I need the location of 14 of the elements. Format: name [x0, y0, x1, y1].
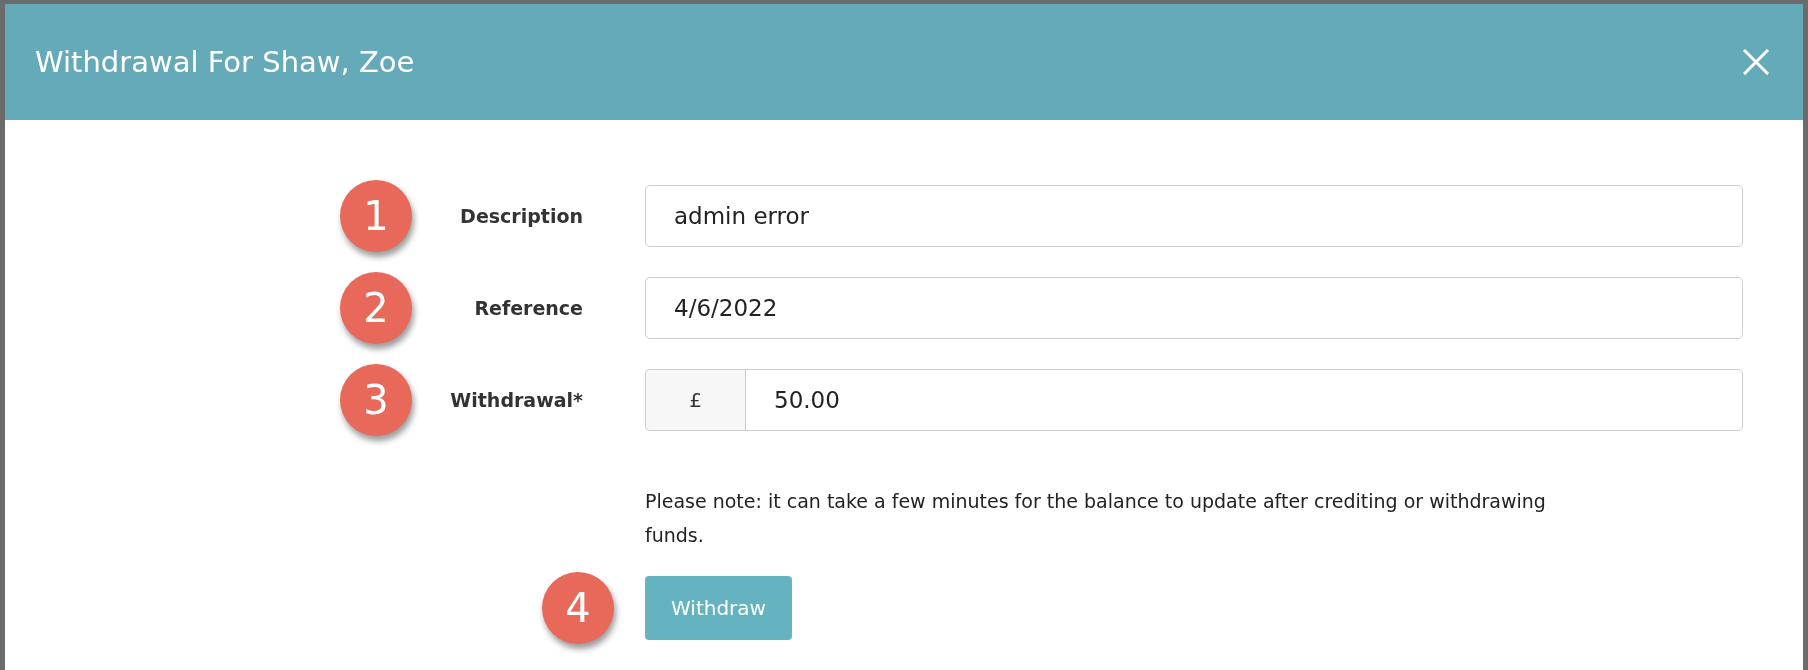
- step-number-badge: 3: [340, 364, 412, 436]
- field-label: Reference: [473, 297, 583, 319]
- step-number-badge: 4: [542, 572, 614, 644]
- step-number-badge: 1: [340, 180, 412, 252]
- currency-prefix: £: [645, 369, 745, 431]
- input-field[interactable]: 50.00: [745, 369, 1743, 431]
- field-label: Description: [459, 205, 583, 227]
- help-text: Please note: it can take a few minutes for the balance to update after crediting or withdrawing funds.: [645, 489, 1547, 548]
- close-icon: [1743, 49, 1769, 75]
- field-label: Withdrawal*: [449, 389, 583, 411]
- dialog-title: Withdrawal For Shaw, Zoe: [35, 45, 415, 79]
- input-field[interactable]: 4/6/2022: [645, 277, 1743, 339]
- input-field[interactable]: admin error: [645, 185, 1743, 247]
- step-number-badge: 2: [340, 272, 412, 344]
